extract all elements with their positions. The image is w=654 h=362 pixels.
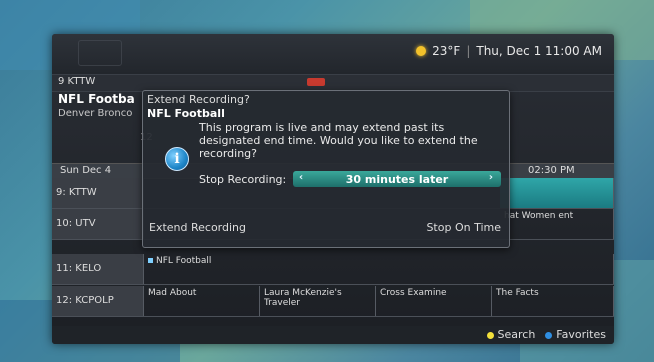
guide-row[interactable]: 12: KCPOLP Mad About Laura McKenzie's Tr… [52, 286, 614, 317]
guide-date: Sun Dec 4 [60, 165, 112, 176]
program-subtitle: Denver Bronco [58, 108, 133, 119]
tv-guide-screen: 23°F | Thu, Dec 1 11:00 AM 9 KTTW NFL Fo… [52, 34, 614, 344]
search-hint[interactable]: Search [486, 328, 536, 341]
program-info: NFL Footba Denver Bronco 12 [58, 92, 153, 143]
extend-recording-button[interactable]: Extend Recording [149, 221, 246, 234]
stop-recording-value: 30 minutes later [345, 172, 449, 186]
program-cell-text: NFL Football [156, 256, 212, 266]
dialog-message: This program is live and may extend past… [199, 121, 478, 160]
stop-recording-selector[interactable]: ‹ 30 minutes later › [293, 171, 501, 187]
channel-label[interactable]: 11: KELO [52, 254, 144, 284]
channel-label[interactable]: 10: UTV [52, 209, 144, 239]
favorites-hint[interactable]: Favorites [545, 328, 606, 341]
sun-icon [416, 46, 427, 56]
chevron-left-icon[interactable]: ‹ [299, 172, 303, 183]
guide-row[interactable]: 11: KELO NFL Football [52, 254, 614, 285]
new-badge-icon [307, 78, 325, 86]
channel-label[interactable]: 9: KTTW [52, 178, 144, 208]
provider-logo-icon [78, 40, 122, 66]
program-cell-highlighted[interactable] [500, 178, 614, 208]
button-legend: Search Favorites [486, 328, 606, 341]
blue-button-icon [545, 331, 553, 339]
program-cell[interactable]: Mad About [144, 286, 260, 316]
dialog-heading: Extend Recording? [147, 93, 250, 106]
dialog-program-title: NFL Football [147, 107, 225, 120]
guide-time-slot: 02:30 PM [528, 165, 575, 176]
weather-clock: 23°F | Thu, Dec 1 11:00 AM [416, 44, 602, 58]
current-channel-label: 9 KTTW [58, 76, 96, 87]
info-icon: i [165, 147, 189, 171]
program-cell[interactable]: The Facts [492, 286, 614, 316]
extend-recording-dialog: Extend Recording? NFL Football i This pr… [142, 90, 510, 248]
program-cell[interactable]: Cross Examine [376, 286, 492, 316]
temperature: 23°F [432, 44, 461, 58]
yellow-button-icon [486, 331, 494, 339]
live-icon [148, 258, 153, 263]
favorites-label: Favorites [556, 328, 606, 341]
program-cell[interactable]: NFL Football [144, 254, 614, 284]
top-bar: 23°F | Thu, Dec 1 11:00 AM [52, 34, 614, 74]
stop-recording-label: Stop Recording: [199, 173, 287, 186]
date-time: Thu, Dec 1 11:00 AM [476, 44, 602, 58]
program-cell[interactable]: Laura McKenzie's Traveler [260, 286, 376, 316]
program-cell[interactable]: hat Women ent [500, 209, 614, 239]
program-title: NFL Footba [58, 92, 135, 106]
stop-on-time-button[interactable]: Stop On Time [426, 221, 501, 234]
chevron-right-icon[interactable]: › [489, 172, 493, 183]
search-label: Search [497, 328, 536, 341]
separator: | [466, 44, 471, 58]
bottom-bar: Search Favorites [52, 326, 614, 344]
channel-label[interactable]: 12: KCPOLP [52, 286, 144, 316]
